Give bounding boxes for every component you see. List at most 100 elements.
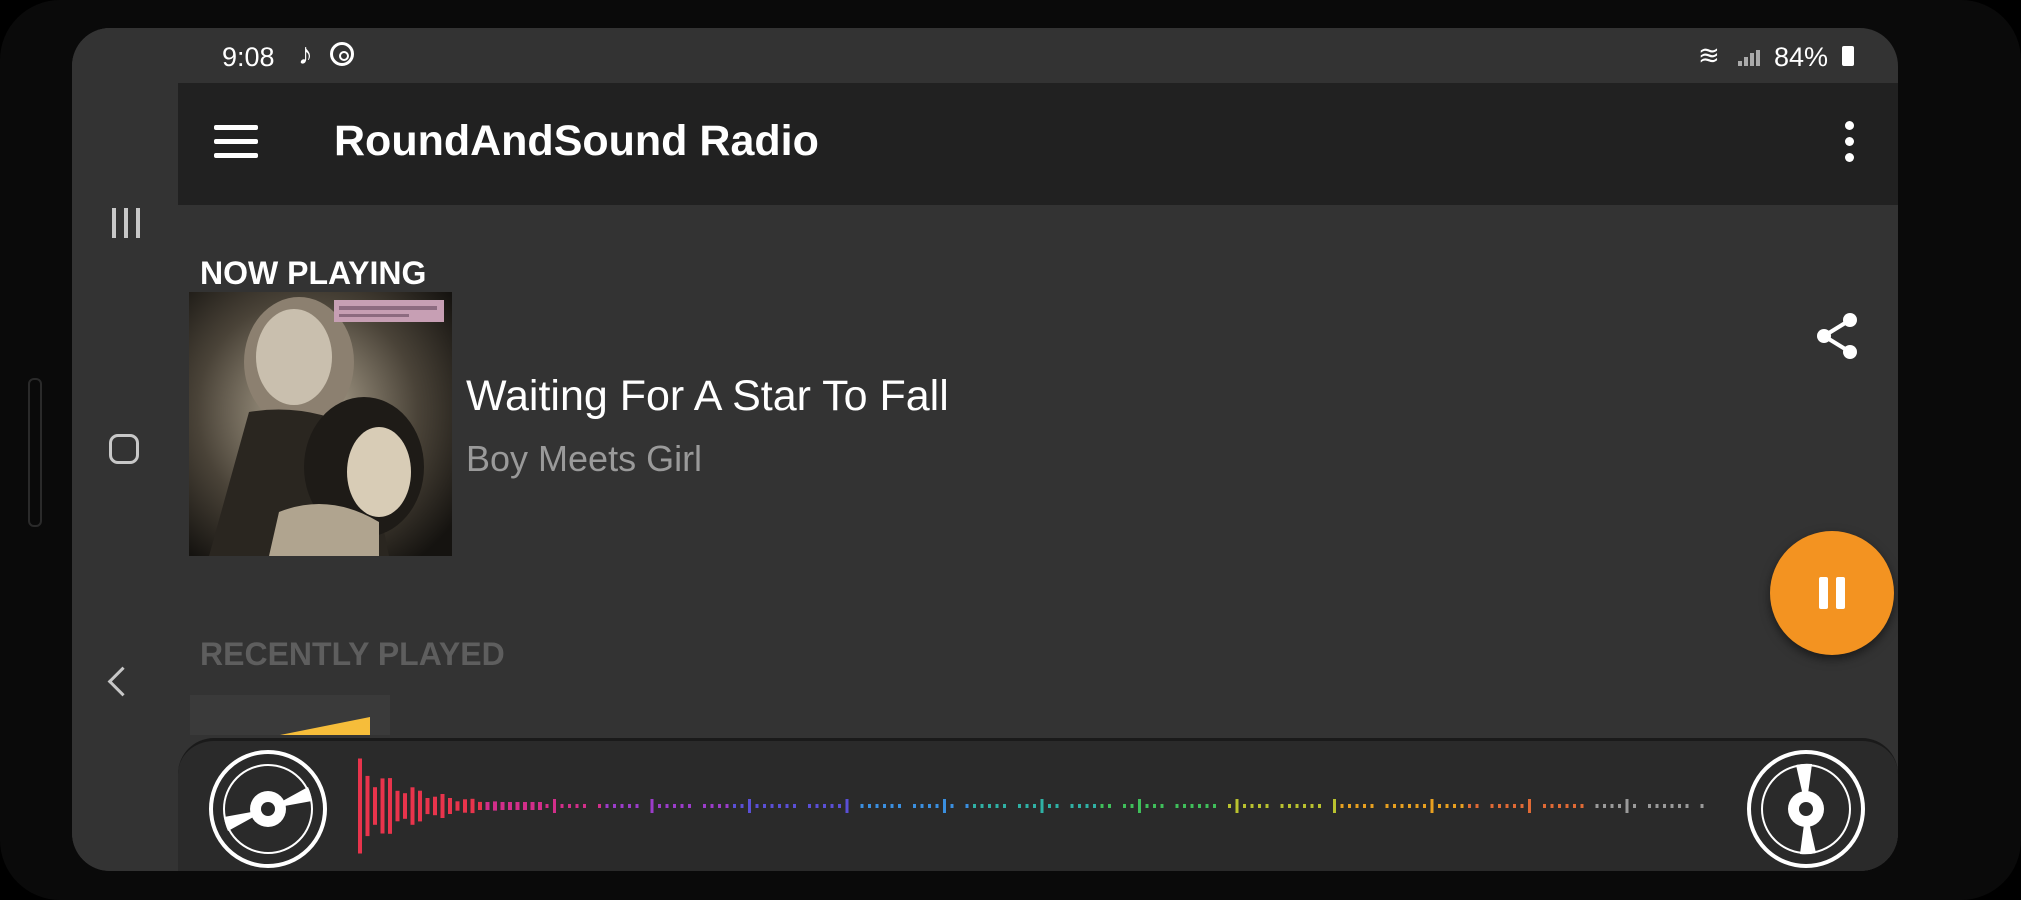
visualizer-bar [725, 804, 729, 808]
visualizer-bar [1190, 804, 1194, 808]
visualizer-bar [1685, 804, 1689, 808]
share-icon[interactable] [1814, 311, 1860, 361]
visualizer-bar [560, 804, 564, 808]
visualizer-bar [1048, 804, 1051, 808]
visualizer-bar [1595, 804, 1599, 808]
visualizer-bar [1453, 804, 1456, 808]
visualizer-bar [1550, 804, 1554, 808]
visualizer-bar [770, 804, 774, 808]
pause-button[interactable] [1770, 531, 1894, 655]
now-playing-heading: NOW PLAYING [200, 255, 427, 291]
hamburger-menu-icon[interactable] [214, 125, 258, 161]
visualizer-bar [658, 804, 661, 808]
visualizer-bar [455, 801, 460, 811]
visualizer-bar [740, 804, 744, 808]
visualizer-bar [1025, 804, 1029, 808]
device-frame: 9:08 ♪ ≋ 84% RoundAndSound Radio NOW PLA… [0, 0, 2021, 900]
wifi-icon: ≋ [1698, 40, 1720, 70]
visualizer-bar [403, 793, 407, 819]
visualizer-bar [688, 804, 691, 808]
visualizer-bar [1648, 804, 1651, 808]
visualizer-bar [815, 804, 819, 808]
visualizer-bar [1123, 804, 1126, 808]
battery-icon [1842, 46, 1854, 66]
visualizer-bar [808, 804, 811, 808]
visualizer-bar [860, 804, 864, 808]
visualizer-bar [1468, 804, 1471, 808]
album-art[interactable] [189, 292, 452, 556]
recents-icon[interactable] [104, 198, 148, 244]
visualizer-bar [928, 804, 931, 808]
visualizer-bar [1603, 804, 1606, 808]
vinyl-disc-icon[interactable] [1746, 749, 1866, 869]
visualizer-bar [433, 796, 437, 816]
visualizer-bar [748, 799, 751, 813]
back-icon[interactable] [107, 666, 138, 697]
visualizer-bar [583, 804, 586, 808]
visualizer-bar [793, 804, 796, 808]
visualizer-bar [1678, 804, 1681, 808]
visualizer-bar [373, 787, 377, 825]
visualizer-bar [575, 804, 579, 808]
visualizer-bar [1183, 804, 1186, 808]
visualizer-bar [830, 804, 834, 808]
visualizer-bar [418, 790, 422, 822]
visualizer-bar [1558, 804, 1561, 808]
visualizer-bar [935, 804, 939, 808]
vinyl-disc-icon[interactable] [208, 749, 328, 869]
visualizer-bar [733, 804, 736, 808]
status-time: 9:08 [222, 42, 275, 72]
visualizer-bar [898, 804, 901, 808]
visualizer-bar [1363, 804, 1366, 808]
visualizer-bar [1310, 804, 1314, 808]
visualizer-bar [973, 804, 976, 808]
visualizer-bar [1153, 804, 1156, 808]
visualizer-bar [778, 804, 781, 808]
visualizer-bar [1498, 804, 1501, 808]
visualizer-bar [680, 804, 684, 808]
visualizer-bar [1175, 804, 1179, 808]
visualizer-bar [823, 804, 826, 808]
visualizer-bar [1108, 804, 1111, 808]
visualizer-bar [508, 802, 512, 810]
visualizer-bar [845, 799, 849, 813]
visualizer-bar [1078, 804, 1081, 808]
visualizer-bar [1700, 804, 1704, 808]
app-content: RoundAndSound Radio NOW PLAYING Waiting … [178, 83, 1898, 871]
visualizer-bar [650, 799, 654, 813]
visualizer-bar [598, 804, 601, 808]
visualizer-bar [1565, 804, 1569, 808]
visualizer-bar [463, 799, 467, 813]
visualizer-bar [1235, 799, 1239, 813]
visualizer-bar [1415, 804, 1419, 808]
cast-icon [330, 42, 354, 66]
visualizer-bar [965, 804, 969, 808]
recent-item-thumbnail[interactable] [190, 695, 390, 735]
visualizer-bar [1243, 804, 1246, 808]
visualizer-bar [1145, 804, 1149, 808]
visualizer-bar [718, 804, 721, 808]
visualizer-bar [410, 787, 415, 825]
visualizer-bar [1198, 804, 1201, 808]
app-title: RoundAndSound Radio [334, 117, 819, 165]
battery-percent: 84% [1774, 42, 1829, 72]
visualizer-bar [1138, 799, 1141, 813]
visualizer-bar [1625, 799, 1629, 813]
visualizer-bar [995, 804, 999, 808]
visualizer-bar [1610, 804, 1614, 808]
visualizer-bar [1370, 804, 1374, 808]
visualizer-bar [1303, 804, 1306, 808]
visualizer-bar [1438, 804, 1441, 808]
visualizer-bar [1505, 804, 1509, 808]
visualizer-bar [1333, 799, 1336, 813]
visualizer-bar [838, 804, 841, 808]
more-vert-icon[interactable] [1839, 117, 1859, 167]
home-icon[interactable] [109, 434, 139, 464]
visualizer-bar [380, 778, 385, 834]
visualizer-bar [1408, 804, 1411, 808]
visualizer-bar [1445, 804, 1449, 808]
visualizer-bar [395, 790, 400, 822]
visualizer-bar [388, 778, 392, 834]
visualizer-bar [568, 804, 571, 808]
visualizer-bar [493, 801, 497, 811]
